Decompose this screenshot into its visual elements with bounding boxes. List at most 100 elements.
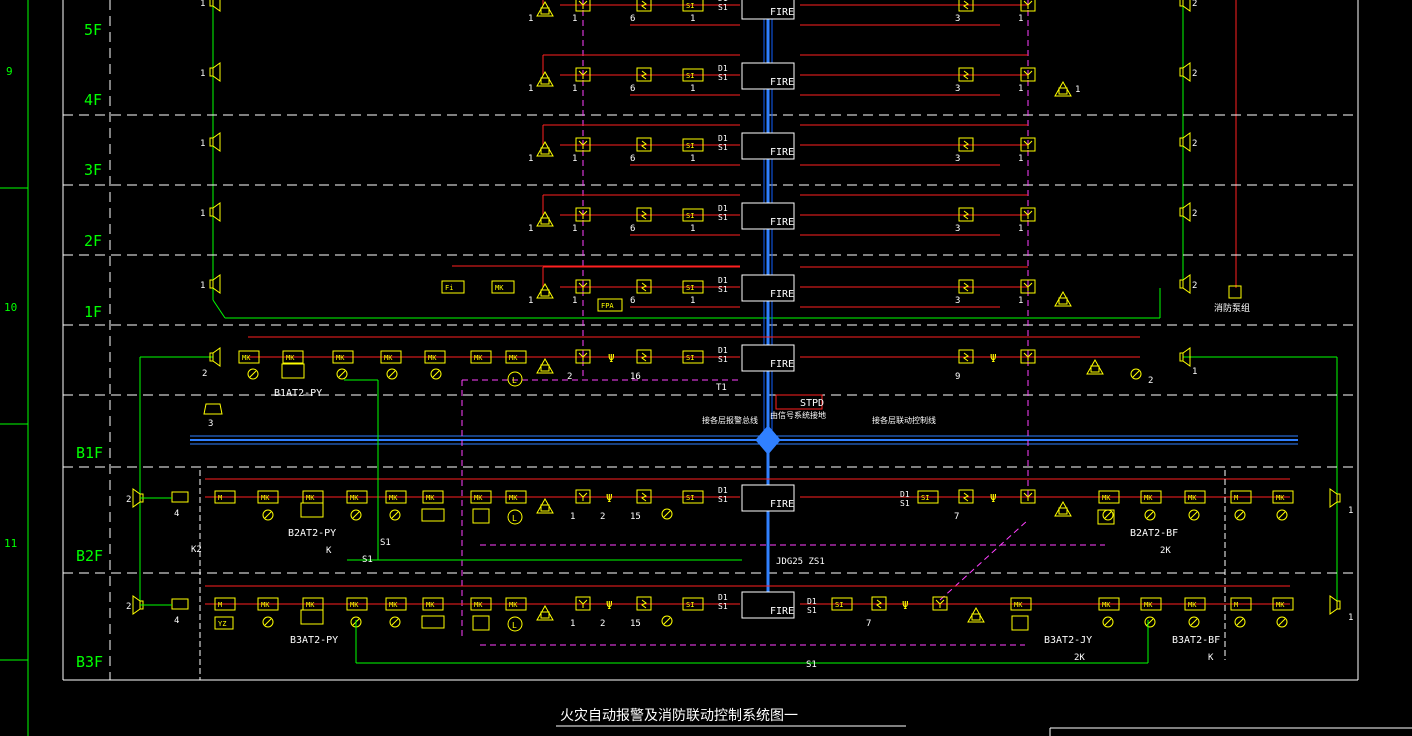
alarm-triangle-icon: [1058, 297, 1068, 305]
floor-1F-count: 1: [572, 296, 577, 306]
floor-4F-count: 1: [572, 84, 577, 94]
floor-1F-d1: D1: [718, 276, 728, 285]
floor-1F-count: 1: [528, 296, 533, 306]
floor-b1f-count: 2: [1148, 376, 1153, 386]
floor-b2f-mk-r-text: MK: [1188, 494, 1197, 502]
smoke-detector-icon: [578, 70, 584, 76]
antenna-icon: Ψ: [608, 352, 615, 365]
tag-b2at2-bf: B2AT2-BF: [1130, 528, 1178, 539]
valve-icon: [1132, 370, 1140, 378]
speaker-riser: [212, 299, 226, 319]
floor-3F-count: 1: [1018, 154, 1023, 164]
floor-4F-count: 6: [630, 84, 635, 94]
smoke-detector-icon: [1027, 282, 1033, 288]
floor-3F-spk: 2: [1192, 139, 1197, 149]
floor-label-4f: 4F: [84, 91, 102, 109]
alarm-triangle-icon: [1058, 87, 1068, 95]
speaker-icon: [212, 62, 221, 82]
smoke-detector-icon: [582, 70, 588, 76]
floor-4F-spk: 1: [200, 69, 205, 79]
floor-4F-count: 3: [955, 84, 960, 94]
floor-b2f-mk-text: MK: [350, 494, 359, 502]
floor-3F-count: 1: [572, 154, 577, 164]
valve-icon: [1190, 511, 1198, 519]
antenna-icon: Ψ: [606, 599, 613, 612]
floor-label-b3f: B3F: [76, 653, 103, 671]
valve-icon: [1236, 511, 1244, 519]
fire-panel-label: FIRE: [770, 7, 794, 18]
smoke-detector-icon: [578, 0, 584, 6]
floor-5F-count: 3: [955, 14, 960, 24]
smoke-detector-icon: [1023, 0, 1029, 6]
floor-b1f-s1: S1: [718, 355, 728, 364]
floor-4F-count: 1: [1018, 84, 1023, 94]
floor-b1f-mk-text: MK: [474, 354, 483, 362]
valve-icon: [663, 617, 671, 625]
bell-icon: [203, 403, 223, 415]
floor-1f-fi-text: Fi: [445, 284, 453, 292]
smoke-detector-icon: [1027, 352, 1033, 358]
floor-b1f-count: 16: [630, 372, 641, 382]
smoke-detector-icon: [935, 599, 941, 605]
floor-b1f-spk: 2: [202, 369, 207, 379]
speaker-icon: [1329, 595, 1338, 615]
speaker-icon: [132, 595, 141, 615]
smoke-detector-icon: [578, 352, 584, 358]
floor-b2f-count: 2: [600, 512, 605, 522]
antenna-icon: Ψ: [990, 492, 997, 505]
smoke-detector-icon: [1027, 140, 1033, 146]
alarm-triangle-icon: [540, 364, 550, 372]
floor-b2f-mk-r-text: M: [1234, 494, 1238, 502]
floor-3F-d1: D1: [718, 134, 728, 143]
floor-b3f-mk-text: M: [218, 601, 222, 609]
valve-icon: [663, 510, 671, 518]
floor-b3f-count: 2: [600, 619, 605, 629]
floor-b1f-count: 9: [955, 372, 960, 382]
s1-b2b-label: S1: [362, 555, 373, 565]
smoke-detector-icon: [582, 352, 588, 358]
speaker-icon: [1182, 202, 1191, 222]
trunk-junction: [755, 425, 781, 455]
floor-2F-count: 6: [630, 224, 635, 234]
floor-b3f-count-r: 7: [866, 619, 871, 629]
fire-panel-label: FIRE: [770, 499, 794, 510]
floor-b3f-yz-text: YZ: [218, 620, 226, 628]
floor-b3f-mk-text: MK: [389, 601, 398, 609]
floor-1f-mk-text: MK: [495, 284, 504, 292]
floor-b1f-l: L: [512, 376, 517, 385]
valve-icon: [432, 370, 440, 378]
floor-b3f-mk-text: MK: [426, 601, 435, 609]
floor-2F-spk: 2: [1192, 209, 1197, 219]
speaker-icon: [212, 274, 221, 294]
smoke-detector-icon: [578, 140, 584, 146]
floor-label-5f: 5F: [84, 21, 102, 39]
floor-1F-count: 3: [955, 296, 960, 306]
floor-b3f-horn-icon: [171, 598, 189, 610]
fire-panel-label: FIRE: [770, 217, 794, 228]
floor-b2f-s1-r: S1: [900, 499, 910, 508]
alarm-triangle-icon: [971, 613, 981, 621]
fire-panel-label: FIRE: [770, 289, 794, 300]
alarm-triangle-icon: [1058, 507, 1068, 515]
smoke-detector-icon: [578, 210, 584, 216]
floor-b3f-count: 15: [630, 619, 641, 629]
speaker-icon: [1182, 132, 1191, 152]
floor-b3f-horn-count: 4: [174, 616, 179, 626]
floor-5F-count: 1: [528, 14, 533, 24]
speaker-icon: [1182, 62, 1191, 82]
floor-5F-s1: S1: [718, 3, 728, 12]
s1-b2-label: S1: [380, 538, 391, 548]
floor-2F-count: 1: [690, 224, 695, 234]
floor-b3f-s1-r: S1: [807, 606, 817, 615]
zk-b3-label: 2K: [1074, 653, 1085, 663]
floor-b2f-mk-text: MK: [426, 494, 435, 502]
floor-5F-count: 6: [630, 14, 635, 24]
smoke-detector-icon: [1023, 352, 1029, 358]
trunk-mid-label: 由信号系统接地: [770, 410, 826, 420]
floor-b2f-damper-icon: [300, 502, 324, 518]
smoke-detector-icon: [1027, 0, 1033, 6]
floor-b3f-l: L: [512, 621, 517, 630]
speaker-icon: [1329, 488, 1338, 508]
floor-4F-count: 1: [1075, 85, 1080, 95]
floor-5F-si-text: SI: [686, 2, 694, 10]
